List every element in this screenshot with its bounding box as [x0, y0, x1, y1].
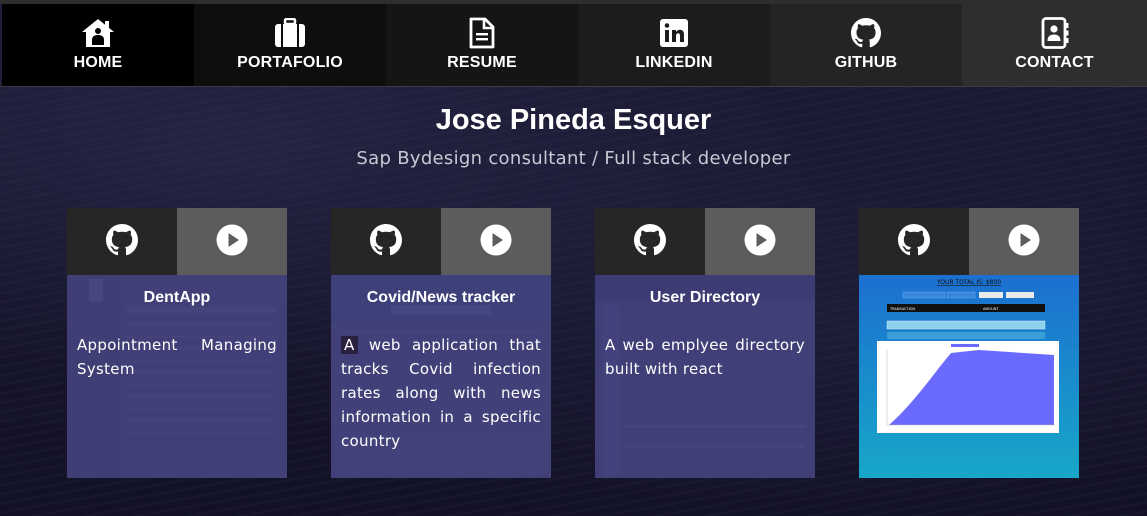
nav-contact-label: CONTACT: [1015, 54, 1094, 71]
nav-linkedin-label: LINKEDIN: [635, 54, 713, 71]
card-description: A web application that tracks Covid infe…: [341, 333, 541, 453]
document-icon: [469, 17, 495, 49]
nav-resume[interactable]: RESUME: [386, 4, 578, 86]
card-description: Appointment Managing System: [77, 333, 277, 381]
project-card-covid-tracker: Covid/News tracker A web application tha…: [331, 208, 551, 478]
screenshot-table-header-transaction: TRANSACTION: [889, 307, 915, 311]
github-button[interactable]: [67, 208, 177, 275]
github-icon: [370, 223, 402, 260]
contact-card-icon: [1041, 17, 1069, 49]
play-demo-button[interactable]: [441, 208, 551, 275]
nav-github-label: GITHUB: [834, 54, 898, 71]
play-icon: [216, 224, 248, 260]
play-icon: [744, 224, 776, 260]
play-demo-button[interactable]: [969, 208, 1079, 275]
nav-portafolio-label: PORTAFOLIO: [237, 54, 343, 71]
card-description-first-letter: A: [341, 336, 358, 354]
nav-portafolio[interactable]: PORTAFOLIO: [194, 4, 386, 86]
main-nav: HOME PORTAFOLIO RESUME LINKEDIN GITHUB C…: [2, 4, 1147, 86]
card-title: User Directory: [649, 289, 761, 306]
page-subtitle: Sap Bydesign consultant / Full stack dev…: [356, 148, 791, 169]
github-button[interactable]: [595, 208, 705, 275]
home-icon: [81, 17, 115, 49]
github-icon: [898, 223, 930, 260]
project-card-user-directory: User Directory A web emplyee directory b…: [595, 208, 815, 478]
github-icon: [851, 17, 881, 49]
nav-home-label: HOME: [73, 54, 123, 71]
card-description-text: web application that tracks Covid infect…: [341, 336, 541, 450]
card-description: A web emplyee directory built with react: [605, 333, 805, 381]
nav-home[interactable]: HOME: [2, 4, 194, 86]
page-title: Jose Pineda Esquer: [435, 104, 712, 136]
nav-contact[interactable]: CONTACT: [962, 4, 1147, 86]
github-icon: [106, 223, 138, 260]
nav-divider: [0, 86, 1147, 87]
play-demo-button[interactable]: [705, 208, 815, 275]
nav-github[interactable]: GITHUB: [770, 4, 962, 86]
project-card-budget-tracker: YOUR TOTAL IS: $800 TRANSACTION AMOUNT: [859, 208, 1079, 478]
card-description-text: A web emplyee directory built with react: [605, 336, 805, 378]
nav-linkedin[interactable]: LINKEDIN: [578, 4, 770, 86]
linkedin-icon: [660, 17, 688, 49]
project-screenshot: YOUR TOTAL IS: $800 TRANSACTION AMOUNT: [859, 275, 1079, 478]
github-button[interactable]: [859, 208, 969, 275]
screenshot-table-header-amount: AMOUNT: [983, 307, 999, 311]
github-icon: [634, 223, 666, 260]
github-button[interactable]: [331, 208, 441, 275]
play-icon: [1008, 224, 1040, 260]
nav-resume-label: RESUME: [447, 54, 517, 71]
screenshot-heading: YOUR TOTAL IS: $800: [936, 279, 1001, 286]
briefcase-icon: [274, 17, 306, 49]
card-title: DentApp: [143, 289, 211, 306]
play-demo-button[interactable]: [177, 208, 287, 275]
card-description-text: Appointment Managing System: [77, 336, 277, 378]
play-icon: [480, 224, 512, 260]
project-card-dentapp: DentApp Appointment Managing System: [67, 208, 287, 478]
card-title: Covid/News tracker: [366, 289, 516, 306]
